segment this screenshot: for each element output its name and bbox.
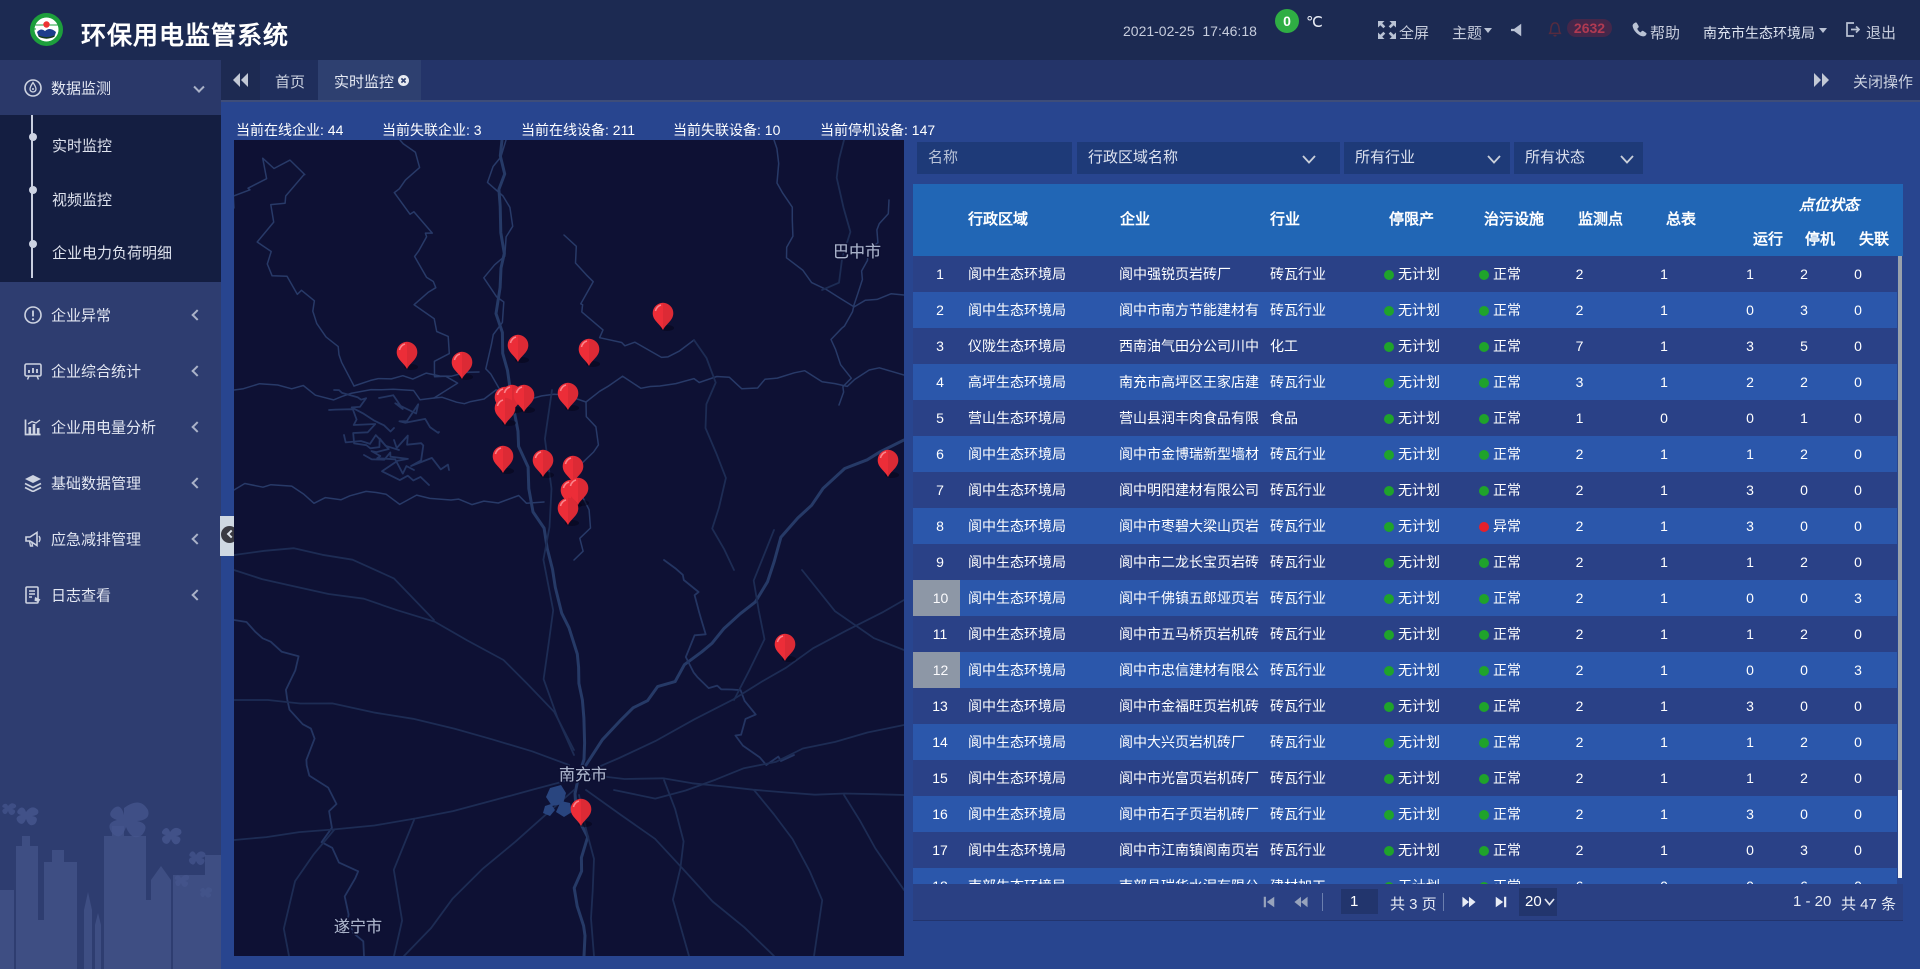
- svg-text:巴中市: 巴中市: [833, 243, 881, 261]
- svg-text:遂宁市: 遂宁市: [334, 918, 382, 936]
- svg-text:南充市: 南充市: [559, 766, 607, 784]
